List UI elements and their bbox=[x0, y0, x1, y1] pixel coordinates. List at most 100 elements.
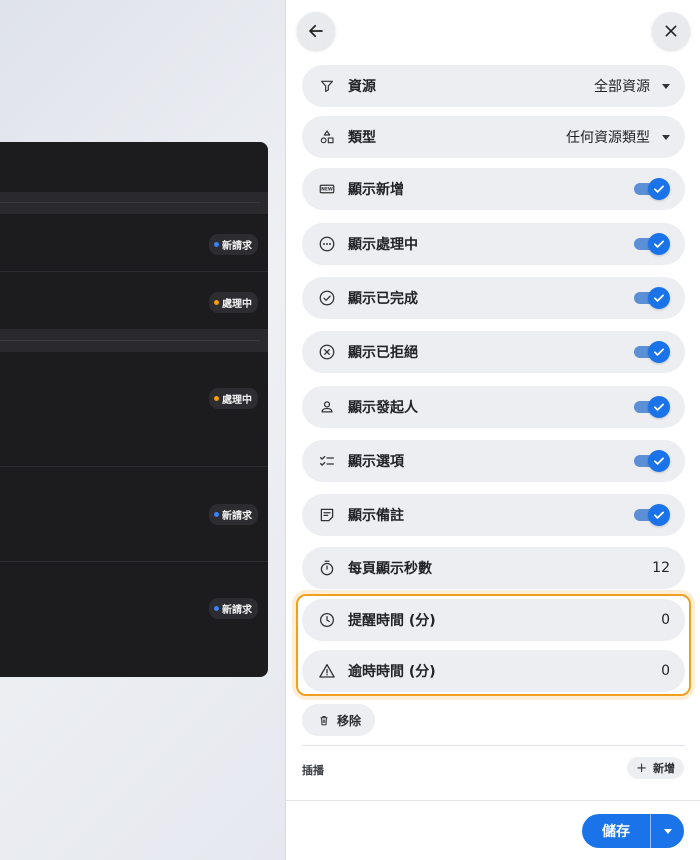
toggle-row-show-new: NEW 顯示新增 bbox=[302, 168, 685, 210]
settings-panel: 資源 全部資源 類型 任何資源類型 NEW 顯示新增 顯示處理中 顯示已完成 顯… bbox=[285, 0, 700, 860]
toggle-knob bbox=[648, 341, 670, 363]
status-badge: 新請求 bbox=[209, 598, 258, 619]
status-dot bbox=[214, 242, 219, 247]
arrow-left-icon bbox=[309, 24, 323, 38]
seconds-per-page-label: 每頁顯示秒數 bbox=[348, 561, 432, 577]
status-badge: 新請求 bbox=[209, 504, 258, 525]
toggle-label: 顯示處理中 bbox=[348, 237, 418, 253]
check-icon bbox=[654, 240, 664, 248]
preview-row: 處理中 bbox=[0, 352, 268, 467]
preview-section-divider bbox=[0, 330, 268, 352]
check-icon bbox=[654, 185, 664, 193]
background-dashboard-preview: 新請求 處理中 處理中 新請求 新請求 bbox=[0, 142, 268, 677]
preview-row: 新請求 bbox=[0, 214, 268, 272]
chevron-down-icon bbox=[662, 134, 670, 140]
note-icon bbox=[318, 506, 336, 524]
footer-divider bbox=[286, 800, 700, 801]
save-options-dropdown[interactable] bbox=[651, 814, 684, 848]
check-icon bbox=[654, 457, 664, 465]
show-completed-toggle[interactable] bbox=[634, 287, 670, 309]
close-button[interactable] bbox=[652, 12, 690, 50]
toggle-row-show-processing: 顯示處理中 bbox=[302, 223, 685, 265]
overdue-time-field[interactable]: 逾時時間 (分) 0 bbox=[302, 650, 685, 692]
preview-row: 處理中 bbox=[0, 272, 268, 330]
seconds-per-page-field[interactable]: 每頁顯示秒數 12 bbox=[302, 547, 685, 589]
type-select[interactable]: 類型 任何資源類型 bbox=[302, 116, 685, 158]
x-circle-icon bbox=[318, 343, 336, 361]
section-divider bbox=[302, 745, 685, 746]
toggle-label: 顯示已完成 bbox=[348, 291, 418, 307]
preview-row: 新請求 bbox=[0, 467, 268, 562]
status-dot bbox=[214, 606, 219, 611]
show-options-toggle[interactable] bbox=[634, 450, 670, 472]
chevron-down-icon bbox=[662, 83, 670, 89]
status-dot bbox=[214, 512, 219, 517]
back-button[interactable] bbox=[297, 12, 335, 50]
type-label: 類型 bbox=[348, 130, 376, 146]
status-dot bbox=[214, 396, 219, 401]
status-badge: 處理中 bbox=[209, 388, 258, 409]
new-badge-icon: NEW bbox=[318, 180, 336, 198]
trash-icon bbox=[320, 715, 328, 725]
person-icon bbox=[318, 398, 336, 416]
toggle-knob bbox=[648, 233, 670, 255]
toggle-label: 顯示備註 bbox=[348, 508, 404, 524]
remove-button[interactable]: 移除 bbox=[302, 704, 376, 736]
more-circle-icon bbox=[318, 235, 336, 253]
status-badge-label: 處理中 bbox=[222, 395, 252, 406]
toggle-row-show-rejected: 顯示已拒絕 bbox=[302, 331, 685, 373]
preview-section-divider bbox=[0, 192, 268, 214]
toggle-label: 顯示發起人 bbox=[348, 400, 418, 416]
warning-icon bbox=[318, 662, 336, 680]
source-select[interactable]: 資源 全部資源 bbox=[302, 65, 685, 107]
overdue-time-label: 逾時時間 (分) bbox=[348, 664, 436, 680]
show-notes-toggle[interactable] bbox=[634, 504, 670, 526]
source-value: 全部資源 bbox=[594, 79, 650, 95]
chevron-down-icon bbox=[663, 828, 672, 834]
toggle-row-show-initiator: 顯示發起人 bbox=[302, 386, 685, 428]
toggle-label: 顯示已拒絕 bbox=[348, 345, 418, 361]
timer-icon bbox=[318, 559, 336, 577]
status-badge-label: 新請求 bbox=[222, 605, 252, 616]
toggle-row-show-options: 顯示選項 bbox=[302, 440, 685, 482]
close-icon bbox=[665, 25, 677, 37]
show-new-toggle[interactable] bbox=[634, 178, 670, 200]
add-insert-button[interactable]: + 新增 bbox=[627, 757, 684, 779]
reminder-time-label: 提醒時間 (分) bbox=[348, 613, 436, 629]
toggle-knob bbox=[648, 287, 670, 309]
toggle-knob bbox=[648, 450, 670, 472]
show-rejected-toggle[interactable] bbox=[634, 341, 670, 363]
add-button-label: 新增 bbox=[653, 762, 675, 775]
save-button-group: 儲存 bbox=[582, 814, 684, 848]
source-label: 資源 bbox=[348, 79, 376, 95]
filter-icon bbox=[318, 77, 336, 95]
status-badge: 處理中 bbox=[209, 292, 258, 313]
check-icon bbox=[654, 348, 664, 356]
clock-icon bbox=[318, 611, 336, 629]
show-initiator-toggle[interactable] bbox=[634, 396, 670, 418]
remove-button-label: 移除 bbox=[337, 713, 362, 728]
status-badge: 新請求 bbox=[209, 234, 258, 255]
svg-text:NEW: NEW bbox=[321, 187, 333, 193]
preview-header bbox=[0, 142, 268, 192]
toggle-row-show-notes: 顯示備註 bbox=[302, 494, 685, 536]
check-icon bbox=[654, 294, 664, 302]
status-badge-label: 新請求 bbox=[222, 511, 252, 522]
shapes-icon bbox=[318, 128, 336, 146]
reminder-time-field[interactable]: 提醒時間 (分) 0 bbox=[302, 599, 685, 641]
seconds-per-page-value: 12 bbox=[652, 560, 670, 576]
save-button[interactable]: 儲存 bbox=[582, 814, 650, 848]
toggle-knob bbox=[648, 504, 670, 526]
status-dot bbox=[214, 300, 219, 305]
status-badge-label: 新請求 bbox=[222, 241, 252, 252]
check-circle-icon bbox=[318, 289, 336, 307]
overdue-time-value: 0 bbox=[661, 663, 670, 679]
preview-row: 新請求 bbox=[0, 562, 268, 657]
toggle-label: 顯示新增 bbox=[348, 182, 404, 198]
toggle-label: 顯示選項 bbox=[348, 454, 404, 470]
reminder-time-value: 0 bbox=[661, 612, 670, 628]
type-value: 任何資源類型 bbox=[566, 130, 650, 146]
show-processing-toggle[interactable] bbox=[634, 233, 670, 255]
check-icon bbox=[654, 511, 664, 519]
toggle-knob bbox=[648, 396, 670, 418]
